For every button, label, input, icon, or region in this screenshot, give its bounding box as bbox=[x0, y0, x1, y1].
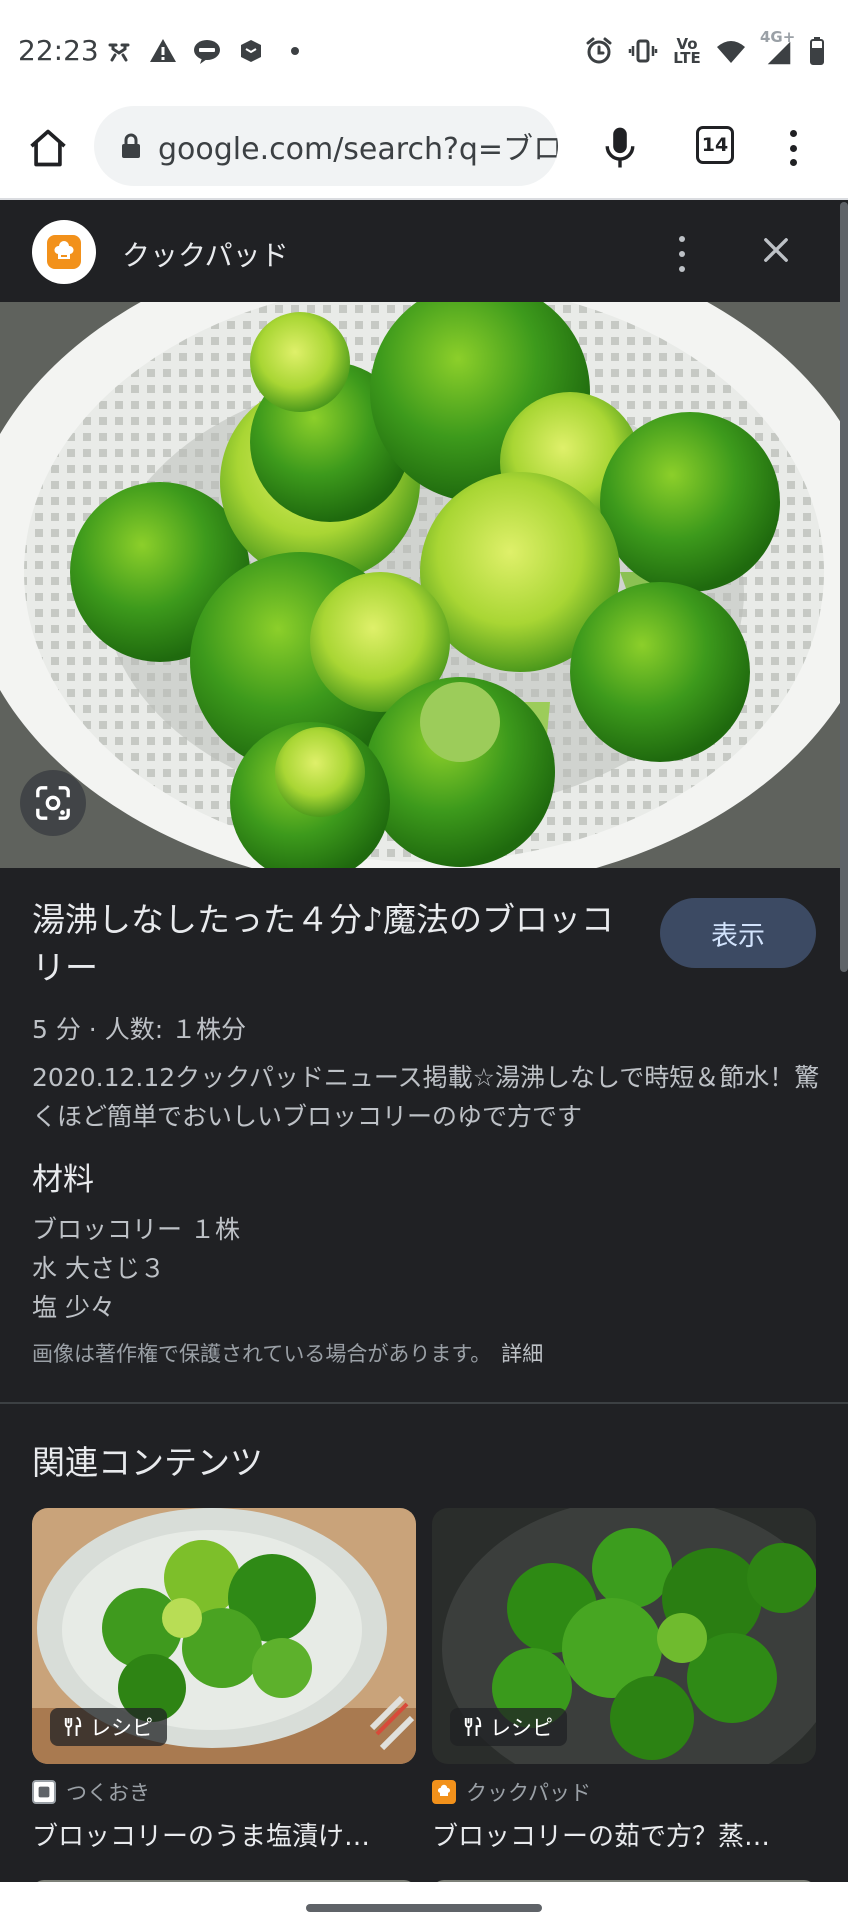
divider bbox=[0, 1402, 848, 1404]
url-text: google.com/search?q=ブロ bbox=[158, 132, 558, 167]
recipe-badge: レシピ bbox=[450, 1708, 567, 1746]
related-card-source-name: つくおき bbox=[66, 1781, 150, 1805]
status-time: 22:23 bbox=[18, 34, 99, 67]
panel-close-button[interactable] bbox=[756, 230, 796, 270]
dot-icon bbox=[280, 36, 310, 66]
panel-more-button[interactable] bbox=[670, 236, 694, 272]
hero-image[interactable] bbox=[0, 302, 848, 868]
copyright-notice: 画像は著作権で保護されている場合があります。 詳細 bbox=[32, 1338, 543, 1368]
voice-search-button[interactable] bbox=[600, 122, 640, 174]
line-icon bbox=[192, 36, 222, 66]
more-vert-icon bbox=[789, 130, 797, 137]
status-bar: 22:23 Vo LTE 4G+ bbox=[0, 0, 848, 100]
recipe-badge: レシピ bbox=[50, 1708, 167, 1746]
related-card-title[interactable]: ブロッコリーのうま塩漬け… bbox=[32, 1816, 416, 1853]
ingredient-item: ブロッコリー １株 bbox=[32, 1215, 240, 1244]
related-card-source-name: クックパッド bbox=[466, 1781, 591, 1805]
address-bar[interactable]: google.com/search?q=ブロ bbox=[94, 106, 558, 186]
store-icon bbox=[236, 36, 266, 66]
recipe-badge-label: レシピ bbox=[90, 1716, 153, 1740]
lens-search-button[interactable] bbox=[20, 770, 86, 836]
vibrate-icon bbox=[628, 36, 658, 66]
related-card-source: クックパッド bbox=[432, 1778, 816, 1806]
related-card[interactable]: レシピ クックパッド ブロッコリーの茹で方？蒸… bbox=[432, 1508, 816, 1853]
related-card-source: つくおき bbox=[32, 1778, 416, 1806]
ingredient-item: 塩 少々 bbox=[32, 1293, 115, 1322]
volte-icon: Vo LTE bbox=[672, 36, 702, 66]
more-vert-icon bbox=[679, 236, 685, 242]
close-icon bbox=[764, 238, 788, 262]
image-detail-panel: クックパッド 湯沸しなしたった４分♪魔法のブロッコリー 表示 5 分 · 人数:… bbox=[0, 202, 848, 1882]
status-right-icons: Vo LTE 4G+ bbox=[584, 30, 826, 66]
lock-icon bbox=[122, 133, 140, 158]
home-indicator[interactable] bbox=[306, 1904, 542, 1912]
related-card[interactable]: レシピ つくおき ブロッコリーのうま塩漬け… bbox=[32, 1508, 416, 1853]
related-card-image[interactable]: レシピ bbox=[32, 1508, 416, 1764]
browser-toolbar: google.com/search?q=ブロ 14 bbox=[0, 100, 848, 200]
ingredients-list: ブロッコリー １株 水 大さじ３ 塩 少々 bbox=[32, 1210, 240, 1327]
restaurant-icon bbox=[64, 1717, 82, 1736]
more-vert-dot bbox=[789, 144, 797, 152]
site-logo[interactable] bbox=[32, 220, 96, 284]
alarm-icon bbox=[584, 36, 614, 66]
ingredients-heading: 材料 bbox=[32, 1162, 94, 1198]
signal-icon: 4G+ bbox=[760, 30, 795, 66]
more-vert-dot bbox=[679, 251, 685, 257]
warning-icon bbox=[148, 36, 178, 66]
tsukuoki-favicon-icon bbox=[32, 1780, 56, 1804]
cookpad-favicon-icon bbox=[432, 1780, 456, 1804]
tab-switcher-button[interactable]: 14 bbox=[696, 126, 734, 164]
wifi-icon bbox=[716, 36, 746, 66]
view-button[interactable]: 表示 bbox=[660, 898, 816, 968]
more-vert-dot bbox=[679, 266, 685, 272]
home-icon bbox=[30, 129, 66, 167]
recipe-badge-label: レシピ bbox=[490, 1716, 553, 1740]
microphone-icon bbox=[605, 127, 635, 168]
ingredient-item: 水 大さじ３ bbox=[32, 1254, 165, 1283]
chef-hat-icon bbox=[47, 235, 81, 269]
related-heading: 関連コンテンツ bbox=[32, 1443, 263, 1482]
recipe-meta: 5 分 · 人数: １株分 bbox=[32, 1015, 247, 1044]
site-name[interactable]: クックパッド bbox=[122, 234, 289, 274]
battery-icon bbox=[808, 36, 826, 66]
recipe-title: 湯沸しなしたった４分♪魔法のブロッコリー bbox=[32, 900, 615, 987]
home-button[interactable] bbox=[24, 124, 72, 172]
recipe-description: 2020.12.12クックパッドニュース掲載☆湯沸しなしで時短＆節水！驚くほど簡… bbox=[32, 1063, 820, 1131]
status-left-icons bbox=[104, 36, 310, 66]
related-card-title[interactable]: ブロッコリーの茹で方？蒸… bbox=[432, 1816, 816, 1853]
browser-menu-button[interactable] bbox=[778, 124, 808, 172]
volte-label-2: LTE bbox=[673, 49, 701, 67]
google-lens-icon bbox=[36, 786, 70, 820]
drone-icon bbox=[104, 36, 134, 66]
copyright-detail-link[interactable]: 詳細 bbox=[501, 1342, 543, 1366]
more-vert-dot bbox=[789, 159, 797, 166]
panel-header: クックパッド bbox=[0, 202, 848, 302]
broccoli-colander-image bbox=[0, 302, 848, 868]
copyright-text: 画像は著作権で保護されている場合があります。 bbox=[32, 1342, 492, 1366]
related-card-image[interactable]: レシピ bbox=[432, 1508, 816, 1764]
panel-scrollbar[interactable] bbox=[840, 202, 848, 972]
restaurant-icon bbox=[464, 1717, 482, 1736]
